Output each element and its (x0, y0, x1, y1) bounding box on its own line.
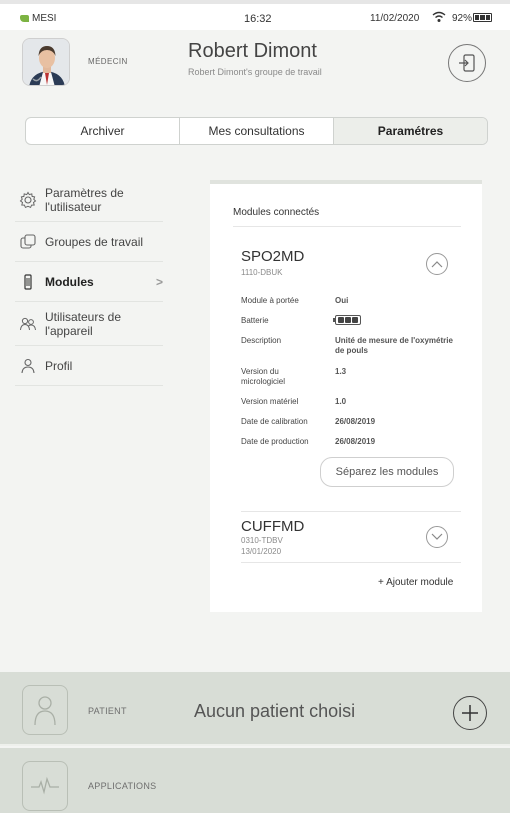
card-title: Modules connectés (233, 207, 320, 218)
patient-icon-box (22, 685, 68, 735)
module-serial: 1110-DBUK (241, 268, 283, 277)
sidebar-item-label: l'appareil (45, 323, 93, 338)
profile-icon (21, 358, 35, 373)
separate-modules-button[interactable]: Séparez les modules (320, 457, 454, 487)
applications-label: APPLICATIONS (88, 781, 157, 791)
sidebar-item-user-settings[interactable]: Paramètres de l'utilisateur (15, 178, 163, 222)
user-name: Robert Dimont (188, 40, 317, 62)
battery-icon (473, 13, 492, 22)
field-value: Unité de mesure de l'oxymétrie de pouls (335, 336, 453, 355)
divider (241, 511, 461, 512)
field-value: 26/08/2019 (335, 417, 376, 426)
carrier-name: MESI (32, 13, 57, 24)
sidebar-item-label: l'utilisateur (45, 199, 102, 214)
applications-icon-box (22, 761, 68, 811)
status-bar: MESI 16:32 11/02/2020 92% (0, 0, 510, 30)
sidebar-item-label: Profil (45, 358, 73, 373)
chevron-up-icon (431, 261, 443, 268)
field-label: Version matériel (241, 397, 299, 406)
plus-icon (462, 705, 478, 721)
module-name: CUFFMD (241, 518, 305, 535)
add-patient-button[interactable] (453, 696, 487, 730)
header: MÉDECIN Robert Dimont Robert Dimont's gr… (0, 30, 510, 100)
patient-icon (34, 696, 56, 726)
sidebar-item-workgroups[interactable]: Groupes de travail (15, 222, 163, 262)
applications-panel[interactable]: APPLICATIONS (0, 748, 510, 813)
expand-button[interactable] (426, 526, 448, 548)
wifi-icon (432, 11, 446, 22)
avatar[interactable] (22, 38, 70, 86)
field-label: Module à portée (241, 296, 299, 305)
module-date: 13/01/2020 (241, 547, 282, 556)
patient-panel[interactable]: PATIENT Aucun patient choisi (0, 672, 510, 746)
ecg-icon (31, 776, 59, 795)
sidebar-item-label: Modules (45, 274, 94, 289)
patient-status: Aucun patient choisi (194, 701, 356, 721)
user-group: Robert Dimont's groupe de travail (188, 67, 322, 77)
field-value: Oui (335, 296, 349, 305)
gear-icon (19, 191, 37, 208)
tab-mes-consultations[interactable]: Mes consultations (180, 118, 334, 144)
add-module-button[interactable]: + Ajouter module (378, 577, 453, 588)
groups-icon (20, 233, 36, 249)
sidebar-item-label: Paramètres de (45, 185, 124, 200)
field-label: Version du micrologiciel (241, 367, 286, 386)
module-name: SPO2MD (241, 248, 305, 265)
field-value: 1.0 (335, 397, 347, 406)
user-role: MÉDECIN (88, 57, 128, 66)
sidebar-item-modules[interactable]: Modules > (15, 262, 163, 302)
battery-level-icon (333, 315, 361, 325)
status-date: 11/02/2020 (370, 13, 420, 24)
tab-parametres[interactable]: Paramétres (334, 118, 487, 144)
connected-modules-card: Modules connectés SPO2MD 1110-DBUK Modul… (210, 180, 482, 612)
device-users-icon (20, 317, 36, 330)
field-label: Date de production (241, 437, 309, 446)
chevron-down-icon (431, 533, 443, 540)
mesi-logo-icon (20, 15, 29, 22)
divider (233, 226, 461, 227)
divider (241, 562, 461, 563)
field-label: Date de calibration (241, 417, 308, 426)
collapse-button[interactable] (426, 253, 448, 275)
field-value: 26/08/2019 (335, 437, 376, 446)
field-label: Description (241, 336, 282, 345)
doctor-portrait-icon (23, 39, 69, 85)
tab-bar: Archiver Mes consultations Paramétres (25, 117, 488, 145)
sidebar-item-device-users[interactable]: Utilisateurs de l'appareil (15, 302, 163, 346)
battery-percent: 92% (452, 13, 473, 24)
chevron-right-icon: > (155, 274, 163, 289)
carrier: MESI (20, 13, 56, 24)
field-label: Batterie (241, 316, 269, 325)
clock: 16:32 (244, 13, 272, 25)
tab-archiver[interactable]: Archiver (26, 118, 180, 144)
sidebar-item-label: Utilisateurs de (45, 309, 122, 324)
field-value: 1.3 (335, 367, 347, 376)
logout-icon (459, 54, 475, 72)
settings-sidebar: Paramètres de l'utilisateur Groupes de t… (15, 178, 163, 386)
module-serial: 0310-TDBV (241, 536, 283, 545)
sidebar-item-label: Groupes de travail (45, 234, 144, 249)
patient-label: PATIENT (88, 706, 127, 716)
logout-button[interactable] (448, 44, 486, 82)
module-icon (24, 273, 32, 290)
sidebar-item-profile[interactable]: Profil (15, 346, 163, 386)
